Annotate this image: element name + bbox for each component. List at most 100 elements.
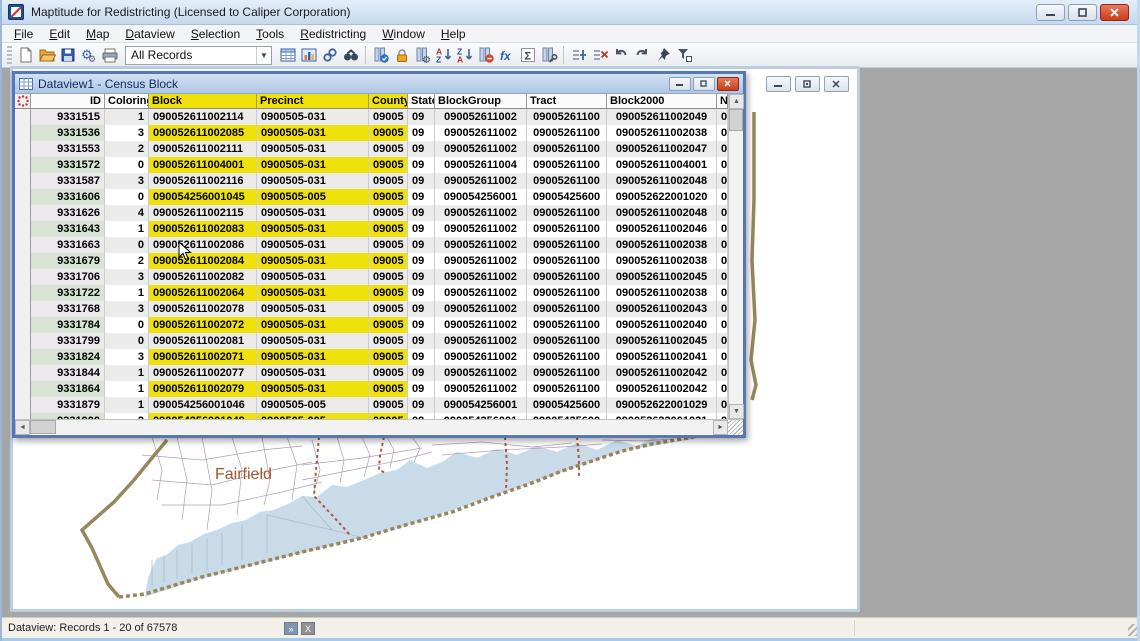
- table-cell[interactable]: 090052611002038: [607, 125, 717, 141]
- column-header-tract[interactable]: Tract: [527, 94, 607, 108]
- menu-tools[interactable]: Tools: [248, 26, 292, 42]
- pin-button[interactable]: [652, 45, 673, 66]
- table-cell[interactable]: 090052611002082: [149, 269, 257, 285]
- table-row[interactable]: 933158730900526110021160900505-031090050…: [15, 173, 728, 189]
- table-cell[interactable]: 090052611002045: [607, 333, 717, 349]
- lock-dataview-button[interactable]: [391, 45, 412, 66]
- table-cell[interactable]: 0: [717, 205, 728, 221]
- table-cell[interactable]: 090052611002047: [607, 141, 717, 157]
- table-cell[interactable]: 3: [105, 349, 149, 365]
- table-cell[interactable]: 9331864: [31, 381, 105, 397]
- find-binoculars-button[interactable]: [340, 45, 361, 66]
- table-cell[interactable]: 09005261100: [527, 333, 607, 349]
- table-cell[interactable]: 9331679: [31, 253, 105, 269]
- records-filter-dropdown[interactable]: All Records ▼: [125, 46, 272, 65]
- print-button[interactable]: [99, 45, 120, 66]
- record-selector[interactable]: [15, 173, 31, 189]
- table-cell[interactable]: 0: [717, 237, 728, 253]
- table-cell[interactable]: 09005261100: [527, 301, 607, 317]
- table-cell[interactable]: 090052611002042: [607, 365, 717, 381]
- menu-window[interactable]: Window: [374, 26, 433, 42]
- filter-conditions-button[interactable]: [673, 45, 694, 66]
- column-header-state[interactable]: State: [408, 94, 435, 108]
- menu-map[interactable]: Map: [78, 26, 117, 42]
- table-cell[interactable]: 09005: [369, 301, 408, 317]
- table-cell[interactable]: 090052611004: [435, 157, 527, 173]
- menu-dataview[interactable]: Dataview: [117, 26, 182, 42]
- table-cell[interactable]: 09005: [369, 237, 408, 253]
- table-cell[interactable]: 090052611002: [435, 205, 527, 221]
- table-cell[interactable]: 09005261100: [527, 205, 607, 221]
- table-row[interactable]: 933167920900526110020840900505-031090050…: [15, 253, 728, 269]
- table-cell[interactable]: 090052611002111: [149, 141, 257, 157]
- table-cell[interactable]: 9331553: [31, 141, 105, 157]
- table-cell[interactable]: 9331572: [31, 157, 105, 173]
- column-header-n[interactable]: N: [717, 94, 728, 108]
- table-cell[interactable]: 090052611002048: [607, 205, 717, 221]
- table-cell[interactable]: 0: [717, 301, 728, 317]
- table-cell[interactable]: 09005: [369, 381, 408, 397]
- column-hide-button[interactable]: [475, 45, 496, 66]
- table-cell[interactable]: 09005261100: [527, 349, 607, 365]
- table-cell[interactable]: 09005425600: [527, 189, 607, 205]
- table-cell[interactable]: 9331536: [31, 125, 105, 141]
- table-cell[interactable]: 0900505-005: [257, 189, 369, 205]
- table-cell[interactable]: 09: [408, 365, 435, 381]
- dataview-minimize-button[interactable]: [669, 77, 691, 91]
- table-row[interactable]: 933151510900526110021140900505-031090050…: [15, 109, 728, 125]
- close-status-button[interactable]: X: [301, 622, 315, 635]
- table-cell[interactable]: 0: [105, 189, 149, 205]
- table-cell[interactable]: 090052611002: [435, 221, 527, 237]
- table-cell[interactable]: 09005: [369, 173, 408, 189]
- table-cell[interactable]: 090054256001045: [149, 189, 257, 205]
- table-row[interactable]: 933153630900526110020850900505-031090050…: [15, 125, 728, 141]
- table-cell[interactable]: 9331663: [31, 237, 105, 253]
- table-cell[interactable]: 09005: [369, 397, 408, 413]
- table-cell[interactable]: 1: [105, 381, 149, 397]
- table-row[interactable]: 933164310900526110020830900505-031090050…: [15, 221, 728, 237]
- table-cell[interactable]: 09005261100: [527, 269, 607, 285]
- table-cell[interactable]: 09005: [369, 205, 408, 221]
- table-cell[interactable]: 1: [105, 109, 149, 125]
- table-cell[interactable]: 09005: [369, 253, 408, 269]
- column-header-blockgroup[interactable]: BlockGroup: [435, 94, 527, 108]
- record-selector[interactable]: [15, 333, 31, 349]
- record-selector[interactable]: [15, 349, 31, 365]
- maximize-button[interactable]: [1068, 4, 1097, 21]
- record-selector[interactable]: [15, 109, 31, 125]
- table-row[interactable]: 933178400900526110020720900505-031090050…: [15, 317, 728, 333]
- table-cell[interactable]: 0900505-031: [257, 173, 369, 189]
- vertical-scrollbar[interactable]: ▲ ▼: [728, 94, 743, 419]
- record-selector[interactable]: [15, 205, 31, 221]
- table-cell[interactable]: 090052611002040: [607, 317, 717, 333]
- table-cell[interactable]: 0: [717, 125, 728, 141]
- horizontal-scrollbar[interactable]: ◄ ►: [15, 419, 743, 434]
- table-cell[interactable]: 090052611002084: [149, 253, 257, 269]
- record-selector[interactable]: [15, 189, 31, 205]
- table-row[interactable]: 933186410900526110020790900505-031090050…: [15, 381, 728, 397]
- menu-redistricting[interactable]: Redistricting: [292, 26, 374, 42]
- table-cell[interactable]: 0900505-031: [257, 237, 369, 253]
- table-cell[interactable]: 090052611002086: [149, 237, 257, 253]
- table-cell[interactable]: 09005261100: [527, 125, 607, 141]
- table-cell[interactable]: 090052611002115: [149, 205, 257, 221]
- map-chart-button[interactable]: [298, 45, 319, 66]
- table-cell[interactable]: 09: [408, 269, 435, 285]
- table-cell[interactable]: 090052622001020: [607, 189, 717, 205]
- table-cell[interactable]: 090052611002: [435, 141, 527, 157]
- table-cell[interactable]: 09005: [369, 317, 408, 333]
- toolbar-grip[interactable]: [7, 46, 12, 64]
- table-cell[interactable]: 0900505-031: [257, 317, 369, 333]
- table-cell[interactable]: 09005: [369, 189, 408, 205]
- table-cell[interactable]: 4: [105, 205, 149, 221]
- table-cell[interactable]: 090052611002079: [149, 381, 257, 397]
- record-selector[interactable]: [15, 381, 31, 397]
- table-cell[interactable]: 2: [105, 141, 149, 157]
- table-cell[interactable]: 0: [717, 141, 728, 157]
- table-cell[interactable]: 090052611002071: [149, 349, 257, 365]
- new-document-button[interactable]: [15, 45, 36, 66]
- table-cell[interactable]: 0900505-031: [257, 381, 369, 397]
- table-row[interactable]: 933157200900526110040010900505-031090050…: [15, 157, 728, 173]
- table-cell[interactable]: 09005: [369, 141, 408, 157]
- menu-file[interactable]: File: [6, 26, 41, 42]
